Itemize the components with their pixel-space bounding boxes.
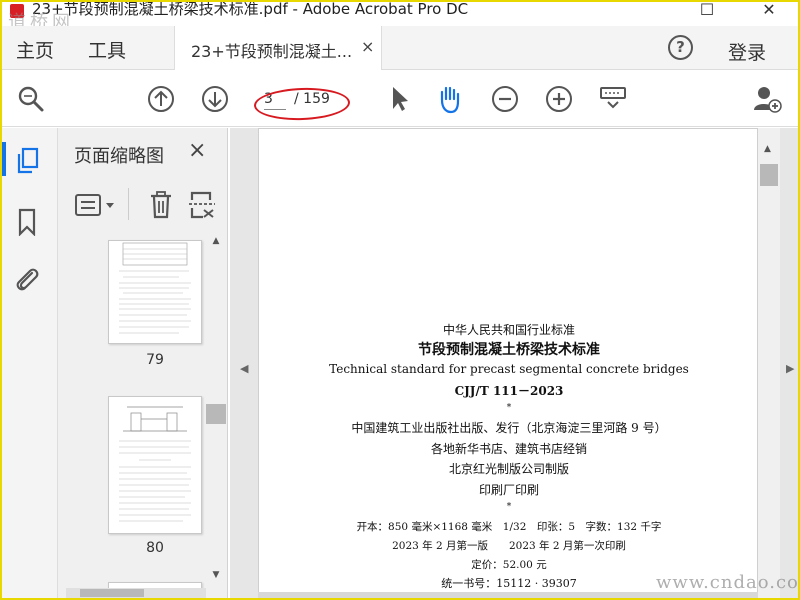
previous-page-icon[interactable] (146, 84, 176, 114)
panel-close-icon[interactable]: × (188, 138, 206, 163)
document-vertical-scrollbar[interactable]: ▲ (758, 128, 780, 598)
tab-close-icon[interactable]: × (361, 37, 374, 56)
doc-line-title-en: Technical standard for precast segmental… (329, 362, 689, 376)
doc-line-distribution: 各地新华书店、建筑书店经销 (430, 442, 587, 456)
doc-line-price: 定价：52.00 元 (471, 559, 547, 571)
document-scrollbar-thumb[interactable] (760, 164, 778, 186)
help-icon[interactable]: ? (668, 35, 693, 60)
left-navigation (2, 128, 58, 598)
doc-scroll-up-icon[interactable]: ▲ (764, 144, 771, 154)
doc-line-printing: 印刷厂印刷 (478, 483, 539, 497)
panel-scroll-down-icon[interactable]: ▼ (206, 570, 226, 580)
toolbar-divider (128, 188, 129, 220)
thumbnail-content-79 (119, 242, 191, 334)
delete-icon[interactable] (148, 190, 174, 220)
thumbnail-label-80: 80 (146, 540, 164, 556)
page-thumbnails-icon[interactable] (14, 146, 42, 176)
extract-pages-icon[interactable] (188, 190, 216, 220)
zoom-out-icon[interactable] (490, 84, 520, 114)
zoom-search-icon[interactable] (16, 84, 46, 114)
page-thumbnails-panel: 页面缩略图 × 79 80 ▲ ▼ (58, 128, 228, 598)
keyboard-icon[interactable] (598, 84, 628, 114)
close-window-button[interactable]: ✕ (754, 2, 784, 19)
maximize-button[interactable]: ☐ (692, 2, 722, 19)
panel-horizontal-scrollbar-thumb[interactable] (80, 589, 144, 597)
doc-line-edition: 2023 年 2 月第一版 2023 年 2 月第一次印刷 (392, 540, 626, 552)
add-user-icon[interactable] (752, 84, 782, 114)
doc-line-code: CJJ/T 111－2023 (454, 384, 564, 398)
attachment-icon[interactable] (12, 264, 40, 294)
watermark-url: www.cndao.com (656, 572, 799, 593)
acrobat-window: 23+节段预制混凝土桥梁技术标准.pdf - Adobe Acrobat Pro… (0, 0, 800, 600)
panel-scroll-up-icon[interactable]: ▲ (206, 236, 226, 246)
scroll-right-arrow-icon[interactable]: ▶ (786, 362, 794, 375)
next-page-icon[interactable] (200, 84, 230, 114)
doc-line-platemaking: 北京红光制版公司制版 (448, 462, 569, 476)
home-menu[interactable]: 主页 (16, 36, 54, 63)
title-bar: 23+节段预制混凝土桥梁技术标准.pdf - Adobe Acrobat Pro… (2, 0, 798, 33)
document-viewer: ◀ 中华人民共和国行业标准 节段预制混凝土桥梁技术标准 Technical st… (230, 128, 798, 598)
document-tab-label: 23+节段预制混凝土... (191, 42, 353, 61)
menu-bar: 主页 工具 23+节段预制混凝土... × ? 登录 (2, 26, 798, 70)
active-indicator (2, 142, 6, 176)
bookmark-icon[interactable] (16, 208, 38, 236)
panel-title: 页面缩略图 (74, 146, 164, 167)
doc-line-publisher: 中国建筑工业出版社出版、发行（北京海淀三里河路 9 号） (351, 421, 667, 435)
select-cursor-icon[interactable] (384, 84, 414, 114)
login-button[interactable]: 登录 (728, 38, 766, 65)
hand-tool-icon[interactable] (434, 84, 464, 114)
thumbnail-page-79[interactable] (108, 240, 202, 344)
doc-line-format: 开本：850 毫米×1168 毫米 1/32 印张：5 字数：132 千字 (356, 521, 662, 533)
window-title: 23+节段预制混凝土桥梁技术标准.pdf - Adobe Acrobat Pro… (32, 0, 469, 18)
thumbnail-page-80[interactable] (108, 396, 202, 534)
thumbnail-content-80 (119, 406, 191, 522)
panel-scrollbar-thumb[interactable] (206, 404, 226, 424)
doc-line-title-zh: 节段预制混凝土桥梁技术标准 (418, 342, 600, 358)
zoom-in-icon[interactable] (544, 84, 574, 114)
document-tab[interactable]: 23+节段预制混凝土... × (174, 26, 382, 70)
pdf-page: 中华人民共和国行业标准 节段预制混凝土桥梁技术标准 Technical stan… (258, 128, 758, 598)
thumbnail-label-79: 79 (146, 352, 164, 368)
doc-line-separator-1: * (506, 403, 512, 413)
doc-line-standard-type: 中华人民共和国行业标准 (442, 323, 575, 337)
doc-line-separator-2: * (506, 502, 512, 512)
tools-menu[interactable]: 工具 (88, 36, 126, 63)
scroll-left-arrow-icon[interactable]: ◀ (240, 362, 248, 375)
panel-horizontal-scrollbar[interactable] (66, 588, 206, 598)
thumbnail-options-icon[interactable] (74, 192, 118, 218)
toolbar: / 159 (2, 71, 798, 127)
